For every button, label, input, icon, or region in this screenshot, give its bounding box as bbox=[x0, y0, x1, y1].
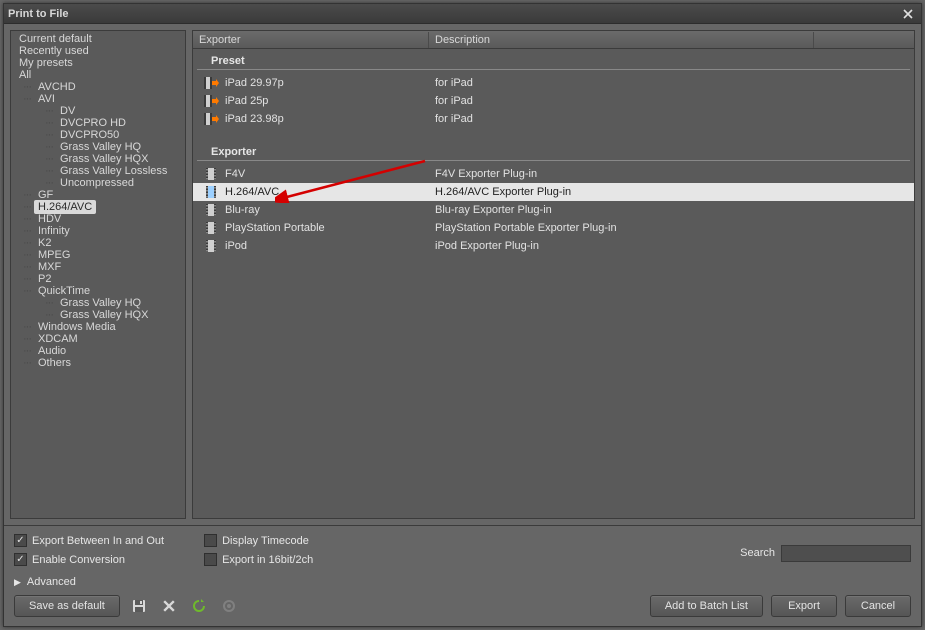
add-to-batch-button[interactable]: Add to Batch List bbox=[650, 595, 763, 617]
refresh-icon[interactable] bbox=[188, 595, 210, 617]
preset-tree[interactable]: Current defaultRecently usedMy presetsAl… bbox=[10, 30, 186, 519]
film-icon bbox=[203, 184, 219, 200]
tree-item[interactable]: My presets bbox=[11, 57, 185, 69]
preset-icon bbox=[203, 75, 219, 91]
display-timecode-checkbox[interactable]: Display Timecode bbox=[204, 534, 313, 547]
settings-icon[interactable] bbox=[218, 595, 240, 617]
window-title: Print to File bbox=[8, 8, 69, 20]
export-16bit-checkbox[interactable]: Export in 16bit/2ch bbox=[204, 553, 313, 566]
chevron-right-icon: ▶ bbox=[14, 577, 21, 588]
column-exporter[interactable]: Exporter bbox=[193, 32, 429, 48]
preset-row[interactable]: iPad 23.98pfor iPad bbox=[193, 110, 914, 128]
export-in-out-label: Export Between In and Out bbox=[32, 535, 164, 547]
column-headers: Exporter Description bbox=[193, 31, 914, 49]
enable-conversion-checkbox[interactable]: Enable Conversion bbox=[14, 553, 164, 566]
export-button[interactable]: Export bbox=[771, 595, 837, 617]
delete-icon[interactable] bbox=[158, 595, 180, 617]
search-label: Search bbox=[740, 547, 775, 559]
preset-row[interactable]: iPad 25pfor iPad bbox=[193, 92, 914, 110]
exporter-row[interactable]: F4VF4V Exporter Plug-in bbox=[193, 165, 914, 183]
search-input[interactable] bbox=[781, 545, 911, 562]
film-icon bbox=[203, 220, 219, 236]
tree-item[interactable]: AVIDVDVCPRO HDDVCPRO50Grass Valley HQGra… bbox=[15, 93, 185, 189]
export-16bit-label: Export in 16bit/2ch bbox=[222, 554, 313, 566]
save-icon[interactable] bbox=[128, 595, 150, 617]
export-in-out-checkbox[interactable]: Export Between In and Out bbox=[14, 534, 164, 547]
exporter-row[interactable]: PlayStation PortablePlayStation Portable… bbox=[193, 219, 914, 237]
preset-row[interactable]: iPad 29.97pfor iPad bbox=[193, 74, 914, 92]
tree-item[interactable]: AllAVCHDAVIDVDVCPRO HDDVCPRO50Grass Vall… bbox=[11, 69, 185, 369]
group-header-exporter: Exporter bbox=[197, 142, 910, 161]
display-timecode-label: Display Timecode bbox=[222, 535, 309, 547]
cancel-button[interactable]: Cancel bbox=[845, 595, 911, 617]
exporter-row[interactable]: Blu-rayBlu-ray Exporter Plug-in bbox=[193, 201, 914, 219]
save-default-button[interactable]: Save as default bbox=[14, 595, 120, 617]
exporter-row[interactable]: H.264/AVCH.264/AVC Exporter Plug-in bbox=[193, 183, 914, 201]
print-to-file-dialog: Print to File Current defaultRecently us… bbox=[3, 3, 922, 627]
tree-item[interactable]: QuickTimeGrass Valley HQGrass Valley HQX bbox=[15, 285, 185, 321]
titlebar: Print to File bbox=[4, 4, 921, 24]
exporter-row[interactable]: iPodiPod Exporter Plug-in bbox=[193, 237, 914, 255]
film-icon bbox=[203, 202, 219, 218]
advanced-label: Advanced bbox=[27, 576, 76, 588]
column-spacer bbox=[814, 38, 914, 42]
advanced-toggle[interactable]: ▶ Advanced bbox=[14, 576, 911, 588]
film-icon bbox=[203, 238, 219, 254]
column-description[interactable]: Description bbox=[429, 32, 814, 48]
close-icon[interactable] bbox=[899, 6, 917, 22]
preset-icon bbox=[203, 111, 219, 127]
group-header-preset: Preset bbox=[197, 51, 910, 70]
preset-icon bbox=[203, 93, 219, 109]
film-icon bbox=[203, 166, 219, 182]
enable-conversion-label: Enable Conversion bbox=[32, 554, 125, 566]
exporter-list-panel: Exporter Description Preset iPad 29.97pf… bbox=[192, 30, 915, 519]
tree-item[interactable]: Others bbox=[15, 357, 185, 369]
